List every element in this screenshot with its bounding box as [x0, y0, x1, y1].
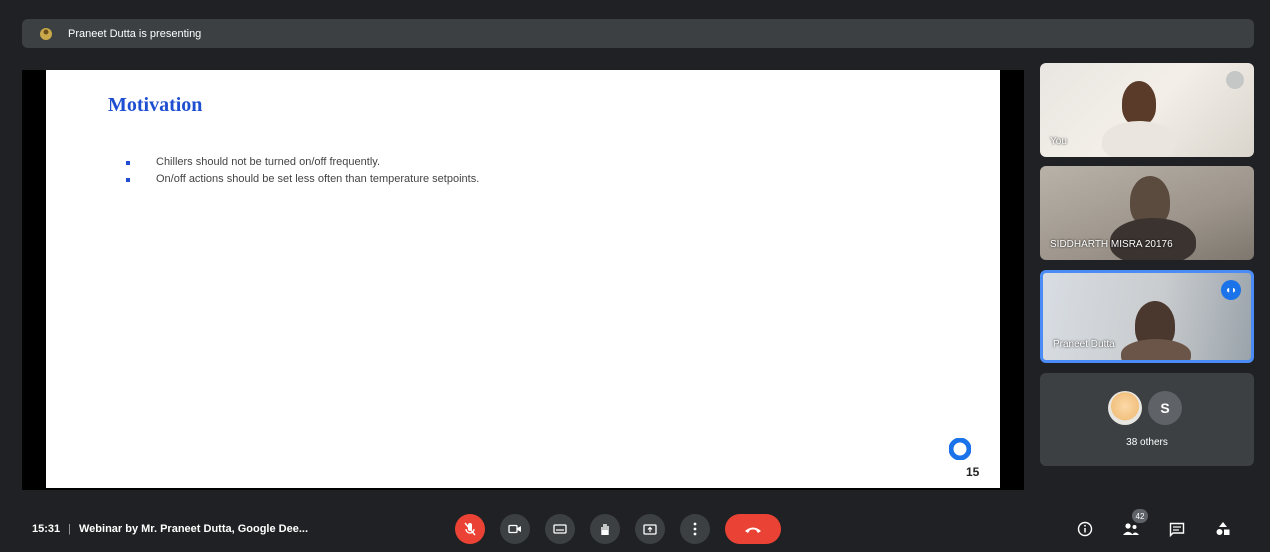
participant-video — [1122, 81, 1156, 125]
slide-bullet: On/off actions should be set less often … — [126, 171, 479, 188]
slide-title: Motivation — [108, 94, 203, 116]
participant-tile-you[interactable]: You — [1040, 63, 1254, 157]
slide-bullets: Chillers should not be turned on/off fre… — [126, 154, 479, 188]
participant-video-body — [1121, 339, 1191, 360]
presenter-avatar-icon — [40, 27, 52, 40]
separator: | — [68, 523, 71, 535]
info-icon — [1077, 521, 1093, 537]
participants-count-badge: 42 — [1132, 509, 1148, 523]
present-now-button[interactable] — [635, 514, 665, 544]
present-icon — [643, 523, 657, 535]
activities-icon — [1216, 522, 1230, 535]
participant-name: SIDDHARTH MISRA 20176 — [1050, 239, 1173, 250]
hand-icon — [601, 524, 609, 535]
captions-icon — [553, 524, 567, 534]
leave-call-button[interactable] — [725, 514, 781, 544]
participant-tile-siddharth[interactable]: SIDDHARTH MISRA 20176 — [1040, 166, 1254, 260]
participant-tile-others[interactable]: S 38 others — [1040, 373, 1254, 466]
slide-bullet: Chillers should not be turned on/off fre… — [126, 154, 479, 171]
logo-icon — [949, 438, 971, 460]
presentation-stage: Motivation Chillers should not be turned… — [22, 70, 1024, 490]
more-options-icon[interactable] — [1226, 71, 1244, 89]
meeting-title: Webinar by Mr. Praneet Dutta, Google Dee… — [79, 523, 309, 535]
bottom-toolbar: 15:31 | Webinar by Mr. Praneet Dutta, Goog… — [0, 505, 1270, 552]
people-icon — [1123, 523, 1139, 535]
participant-name: Praneet Dutta — [1053, 339, 1115, 350]
avatar: S — [1148, 391, 1182, 425]
participant-tile-praneet[interactable]: ◖◗ Praneet Dutta — [1040, 270, 1254, 363]
chat-button[interactable] — [1164, 518, 1190, 540]
meeting-time: 15:31 — [32, 523, 61, 535]
others-count-label: 38 others — [1126, 437, 1168, 448]
avatar — [1108, 391, 1142, 425]
participants-button[interactable]: 42 — [1118, 509, 1148, 540]
participant-name: You — [1050, 136, 1067, 147]
activities-button[interactable] — [1210, 518, 1236, 540]
call-controls — [455, 514, 781, 544]
other-participants-avatars: S — [1108, 391, 1188, 425]
captions-button[interactable] — [545, 514, 575, 544]
microphone-button[interactable] — [455, 514, 485, 544]
slide: Motivation Chillers should not be turned… — [46, 70, 1000, 488]
presentation-banner: Praneet Dutta is presenting — [22, 19, 1254, 48]
camera-icon — [508, 524, 521, 534]
chat-icon — [1169, 522, 1185, 537]
more-options-button[interactable] — [680, 514, 710, 544]
hang-up-icon — [745, 527, 761, 533]
meeting-details-button[interactable] — [1072, 518, 1098, 540]
mic-off-icon — [464, 522, 476, 536]
raise-hand-button[interactable] — [590, 514, 620, 544]
speaking-indicator-icon: ◖◗ — [1221, 280, 1241, 300]
meeting-details[interactable]: 15:31 | Webinar by Mr. Praneet Dutta, Goog… — [32, 523, 308, 535]
camera-button[interactable] — [500, 514, 530, 544]
participant-video-body — [1102, 121, 1176, 157]
side-panel-controls: 42 — [1072, 509, 1236, 540]
slide-page-number: 15 — [966, 465, 980, 479]
presenting-text: Praneet Dutta is presenting — [68, 27, 202, 40]
more-vert-icon — [693, 522, 697, 536]
